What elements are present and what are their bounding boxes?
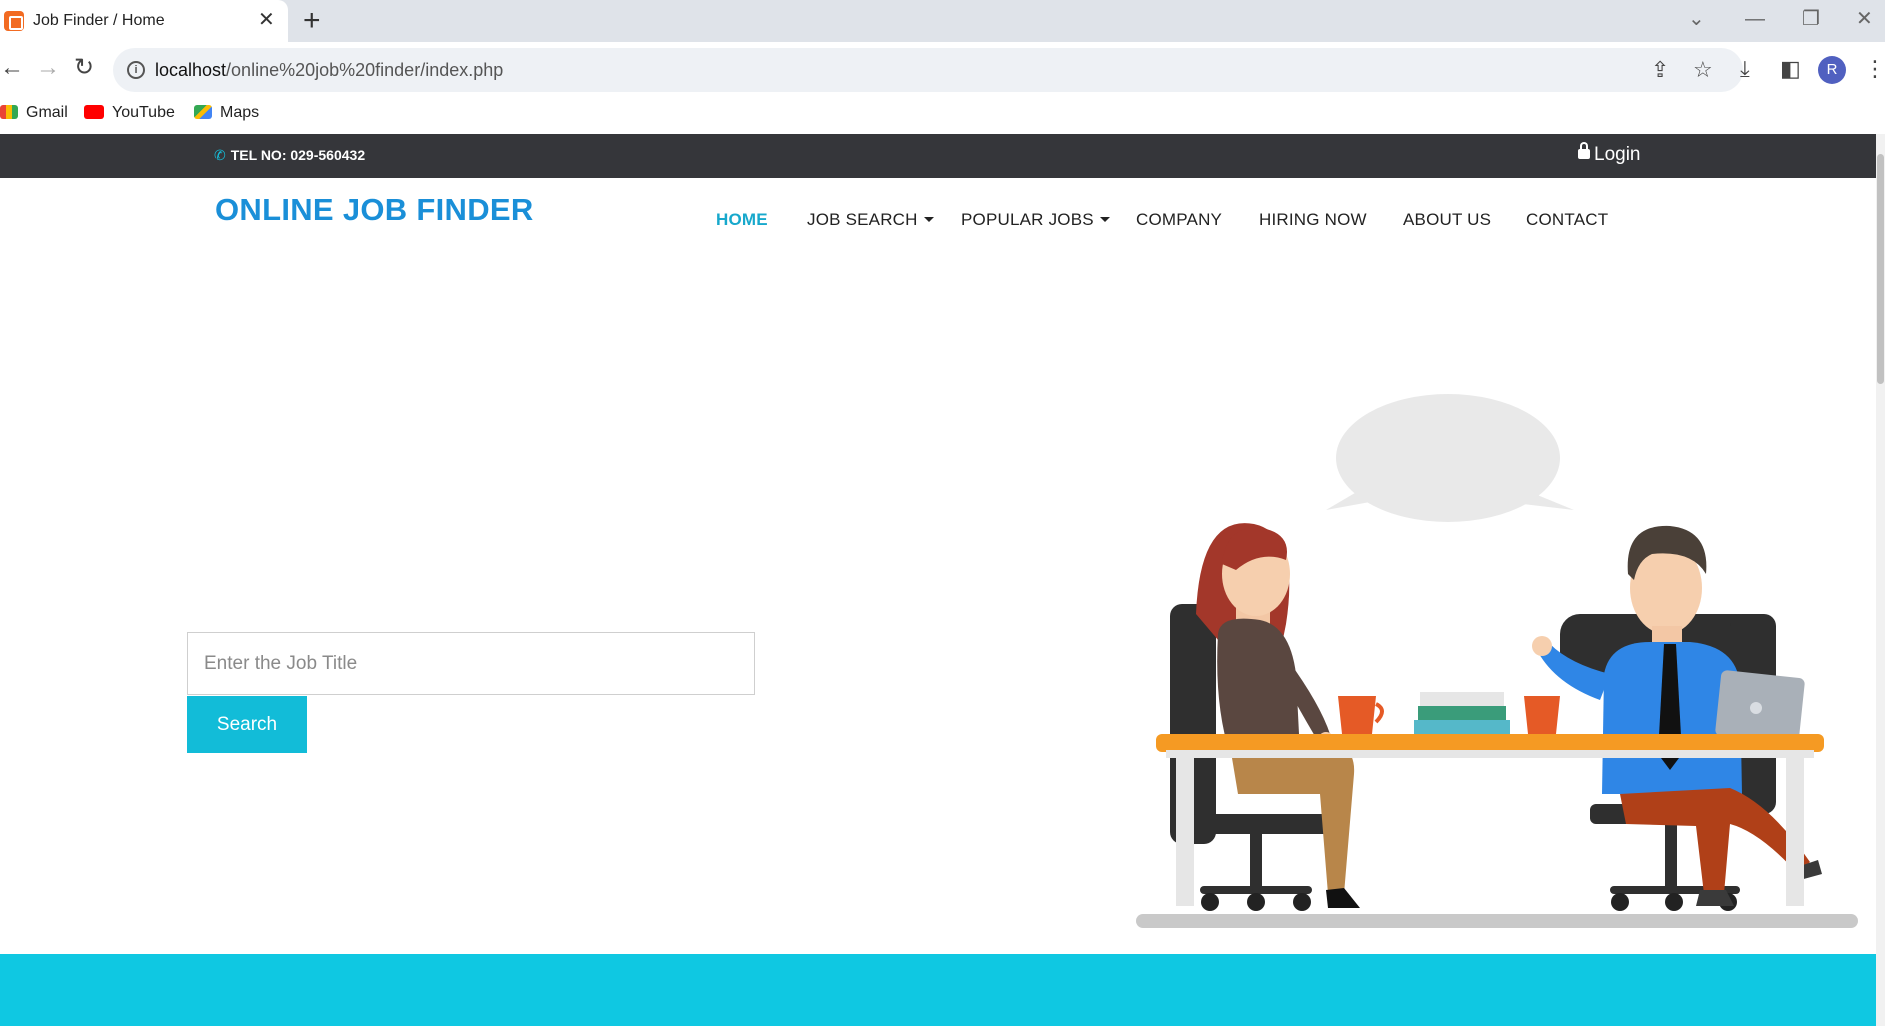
profile-avatar[interactable]: R [1818,56,1846,84]
tab-search-chevron-icon[interactable]: ⌄ [1688,6,1705,32]
footer-band [0,954,1876,1026]
web-page: ✆ TEL NO: 029-560432 Login ONLINE JOB FIN… [0,134,1876,1026]
main-navigation: HOME JOB SEARCH POPULAR JOBS COMPANY HIR… [0,210,1876,240]
minimize-icon[interactable]: — [1745,6,1765,32]
address-bar[interactable]: i localhost/online%20job%20finder/index.… [113,48,1743,92]
bookmark-star-icon[interactable]: ☆ [1693,58,1713,82]
telephone-info: ✆ TEL NO: 029-560432 [214,147,366,163]
scrollbar-thumb[interactable] [1877,154,1884,384]
url-text[interactable]: localhost/online%20job%20finder/index.ph… [155,60,503,81]
site-info-icon[interactable]: i [127,61,145,79]
bookmarks-bar: Gmail YouTube Maps [0,96,1885,134]
nav-job-search[interactable]: JOB SEARCH [807,210,934,230]
phone-icon: ✆ [214,147,226,163]
desk-items [1338,692,1560,734]
gmail-icon [0,105,18,119]
browser-tabstrip: Job Finder / Home ✕ + ⌄ — ❐ ✕ [0,0,1885,42]
nav-popular-jobs[interactable]: POPULAR JOBS [961,210,1110,230]
new-tab-icon[interactable]: + [303,4,321,38]
menu-kebab-icon[interactable]: ⋮ [1864,56,1885,82]
lock-icon [1578,142,1590,159]
nav-hiring-now[interactable]: HIRING NOW [1259,210,1367,230]
browser-toolbar: ← → ↻ i localhost/online%20job%20finder/… [0,42,1885,96]
close-tab-icon[interactable]: ✕ [258,8,275,32]
nav-home[interactable]: HOME [716,210,768,230]
bookmark-gmail[interactable]: Gmail [0,104,68,122]
caret-down-icon [923,217,934,222]
maps-icon [194,105,212,119]
reload-icon[interactable]: ↻ [74,54,94,82]
job-interview-illustration [1136,394,1858,928]
nav-about-us[interactable]: ABOUT US [1403,210,1491,230]
side-panel-icon[interactable]: ◧ [1780,56,1801,82]
page-scrollbar[interactable] [1876,134,1885,1026]
contact-topbar: ✆ TEL NO: 029-560432 Login [0,134,1876,178]
bookmark-maps[interactable]: Maps [194,104,259,122]
speech-bubble-shape [1326,394,1574,522]
job-title-search-input[interactable] [187,632,755,695]
xampp-favicon-icon [4,11,24,31]
youtube-icon [84,105,104,119]
caret-down-icon [1099,217,1110,222]
search-button[interactable]: Search [187,696,307,753]
share-icon[interactable]: ⇪ [1651,58,1669,82]
download-icon[interactable]: ⤓ [1740,56,1750,82]
login-link[interactable]: Login [1578,142,1641,166]
nav-company[interactable]: COMPANY [1136,210,1222,230]
woman-figure [1196,523,1360,908]
forward-icon[interactable]: → [36,54,60,82]
back-icon[interactable]: ← [0,54,24,82]
browser-tab-active[interactable]: Job Finder / Home ✕ [0,0,288,42]
floor-shadow [1136,914,1858,928]
nav-contact[interactable]: CONTACT [1526,210,1608,230]
restore-icon[interactable]: ❐ [1802,6,1820,32]
tab-title: Job Finder / Home [33,12,165,29]
window-close-icon[interactable]: ✕ [1856,6,1873,32]
bookmark-youtube[interactable]: YouTube [84,104,175,122]
